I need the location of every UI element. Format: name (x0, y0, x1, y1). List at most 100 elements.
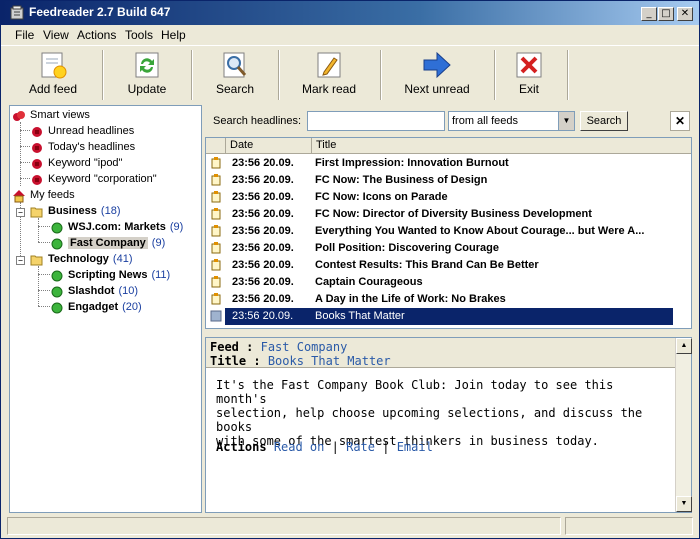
headline-row[interactable]: 23:56 20.09. FC Now: The Business of Desi… (206, 172, 691, 189)
unread-item-icon (211, 276, 221, 288)
headline-row[interactable]: 23:56 20.09. First Impression: Innovation… (206, 155, 691, 172)
read-on-link[interactable]: Read on (274, 440, 325, 454)
unread-item-icon (211, 259, 221, 271)
article-feed-link[interactable]: Fast Company (261, 340, 348, 354)
tree-label: Unread headlines (48, 125, 135, 137)
status-pane-right (565, 517, 693, 535)
reader-scrollbar[interactable]: ▲ ▼ (675, 338, 692, 512)
separator: | (382, 440, 390, 454)
title-key: Title (210, 354, 247, 368)
menu-help[interactable]: Help (161, 28, 186, 42)
tree-connector (38, 218, 39, 242)
maximize-button[interactable]: □ (658, 7, 674, 21)
separator: : (238, 340, 261, 354)
headline-row[interactable]: 23:56 20.09. Poll Position: Discovering C… (206, 240, 691, 257)
search-toolbar-button[interactable]: Search (205, 48, 265, 102)
unread-item-icon (211, 208, 221, 220)
status-pane-main (7, 517, 561, 535)
smart-view-icon (32, 127, 42, 137)
headline-title: FC Now: The Business of Design (315, 174, 488, 186)
search-headlines-label: Search headlines: (213, 115, 302, 127)
collapse-business-toggle[interactable]: − (16, 208, 25, 217)
headline-row[interactable]: 23:56 20.09. Everything You Wanted to Kno… (206, 223, 691, 240)
tree-connector (20, 178, 30, 179)
headlines-list[interactable]: Date Title 23:56 20.09. First Impression:… (205, 137, 692, 329)
unread-count: (20) (122, 301, 142, 313)
smart-view-icon (32, 143, 42, 153)
scroll-down-icon[interactable]: ▼ (676, 496, 692, 512)
rate-link[interactable]: Rate (346, 440, 375, 454)
toolbar-separator (494, 50, 496, 100)
feed-key: Feed (210, 340, 239, 354)
collapse-technology-toggle[interactable]: − (16, 256, 25, 265)
search-headlines-input[interactable] (307, 111, 445, 131)
scroll-up-icon[interactable]: ▲ (676, 338, 692, 354)
exit-icon (516, 52, 542, 78)
tree-label: My feeds (30, 189, 75, 201)
headline-date: 23:56 20.09. (232, 208, 294, 220)
article-reader: Feed : Fast Company Title : Books That M… (205, 337, 692, 513)
app-window: Feedreader 2.7 Build 647 _ □ ✕ File View… (0, 0, 700, 539)
headline-title: A Day in the Life of Work: No Brakes (315, 293, 506, 305)
window-title: Feedreader 2.7 Build 647 (29, 5, 171, 19)
article-header: Feed : Fast Company Title : Books That M… (206, 338, 676, 368)
headline-row[interactable]: 23:56 20.09. A Day in the Life of Work: N… (206, 291, 691, 308)
menu-bar: File View Actions Tools Help (1, 25, 699, 45)
tree-label: Business (48, 205, 97, 217)
next-unread-button[interactable]: Next unread (400, 48, 474, 102)
exit-button[interactable]: Exit (509, 48, 549, 102)
menu-tools[interactable]: Tools (125, 28, 153, 42)
unread-item-icon (211, 157, 221, 169)
email-link[interactable]: Email (397, 440, 433, 454)
tree-label: Slashdot (68, 285, 115, 297)
search-button[interactable]: Search (580, 111, 628, 131)
close-search-button[interactable]: ✕ (670, 111, 690, 131)
feed-tree[interactable]: Smart views Unread headlines Today's hea… (9, 105, 202, 513)
menu-file[interactable]: File (15, 28, 34, 42)
headline-row[interactable]: 23:56 20.09. Captain Courageous (206, 274, 691, 291)
tree-connector (20, 146, 30, 147)
headline-date: 23:56 20.09. (232, 293, 294, 305)
headline-row[interactable]: 23:56 20.09. Books That Matter (206, 308, 691, 325)
smart-view-icon (32, 175, 42, 185)
column-icon-header[interactable] (206, 138, 226, 154)
headline-row[interactable]: 23:56 20.09. FC Now: Director of Diversit… (206, 206, 691, 223)
article-title-link[interactable]: Books That Matter (268, 354, 391, 368)
unread-item-icon (211, 191, 221, 203)
headline-row[interactable]: 23:56 20.09. FC Now: Icons on Parade (206, 189, 691, 206)
exit-label: Exit (518, 82, 539, 96)
column-date-header[interactable]: Date (226, 138, 312, 154)
tree-connector (20, 122, 21, 186)
headline-row[interactable]: 23:56 20.09. Contest Results: This Brand … (206, 257, 691, 274)
mark-read-button[interactable]: Mark read (296, 48, 362, 102)
add-feed-label: Add feed (28, 82, 78, 96)
menu-view[interactable]: View (43, 28, 69, 42)
add-feed-button[interactable]: Add feed (23, 48, 83, 102)
close-window-button[interactable]: ✕ (677, 7, 693, 21)
toolbar-separator (567, 50, 569, 100)
update-button[interactable]: Update (117, 48, 177, 102)
feed-status-icon (51, 238, 63, 250)
read-item-icon (210, 310, 222, 322)
title-bar[interactable]: Feedreader 2.7 Build 647 _ □ ✕ (1, 1, 699, 25)
dropdown-arrow-icon[interactable]: ▼ (558, 112, 574, 130)
unread-count: (11) (151, 269, 171, 281)
menu-actions[interactable]: Actions (77, 28, 116, 42)
tree-label: Smart views (30, 109, 90, 121)
feedreader-app-icon (10, 5, 24, 20)
folder-open-icon (30, 207, 43, 218)
article-text: selection, help choose upcoming selectio… (216, 406, 643, 434)
unread-item-icon (211, 225, 221, 237)
tree-connector (38, 266, 39, 306)
feed-status-icon (51, 286, 63, 298)
tree-label: Technology (48, 253, 109, 265)
headline-date: 23:56 20.09. (232, 242, 294, 254)
update-icon (135, 52, 159, 78)
minimize-button[interactable]: _ (641, 7, 657, 21)
column-title-header[interactable]: Title (312, 138, 691, 154)
toolbar-separator (278, 50, 280, 100)
tree-label: Scripting News (68, 269, 148, 281)
tree-connector (20, 130, 30, 131)
actions-label: Actions (216, 440, 267, 454)
search-scope-select[interactable]: from all feeds ▼ (448, 111, 575, 131)
